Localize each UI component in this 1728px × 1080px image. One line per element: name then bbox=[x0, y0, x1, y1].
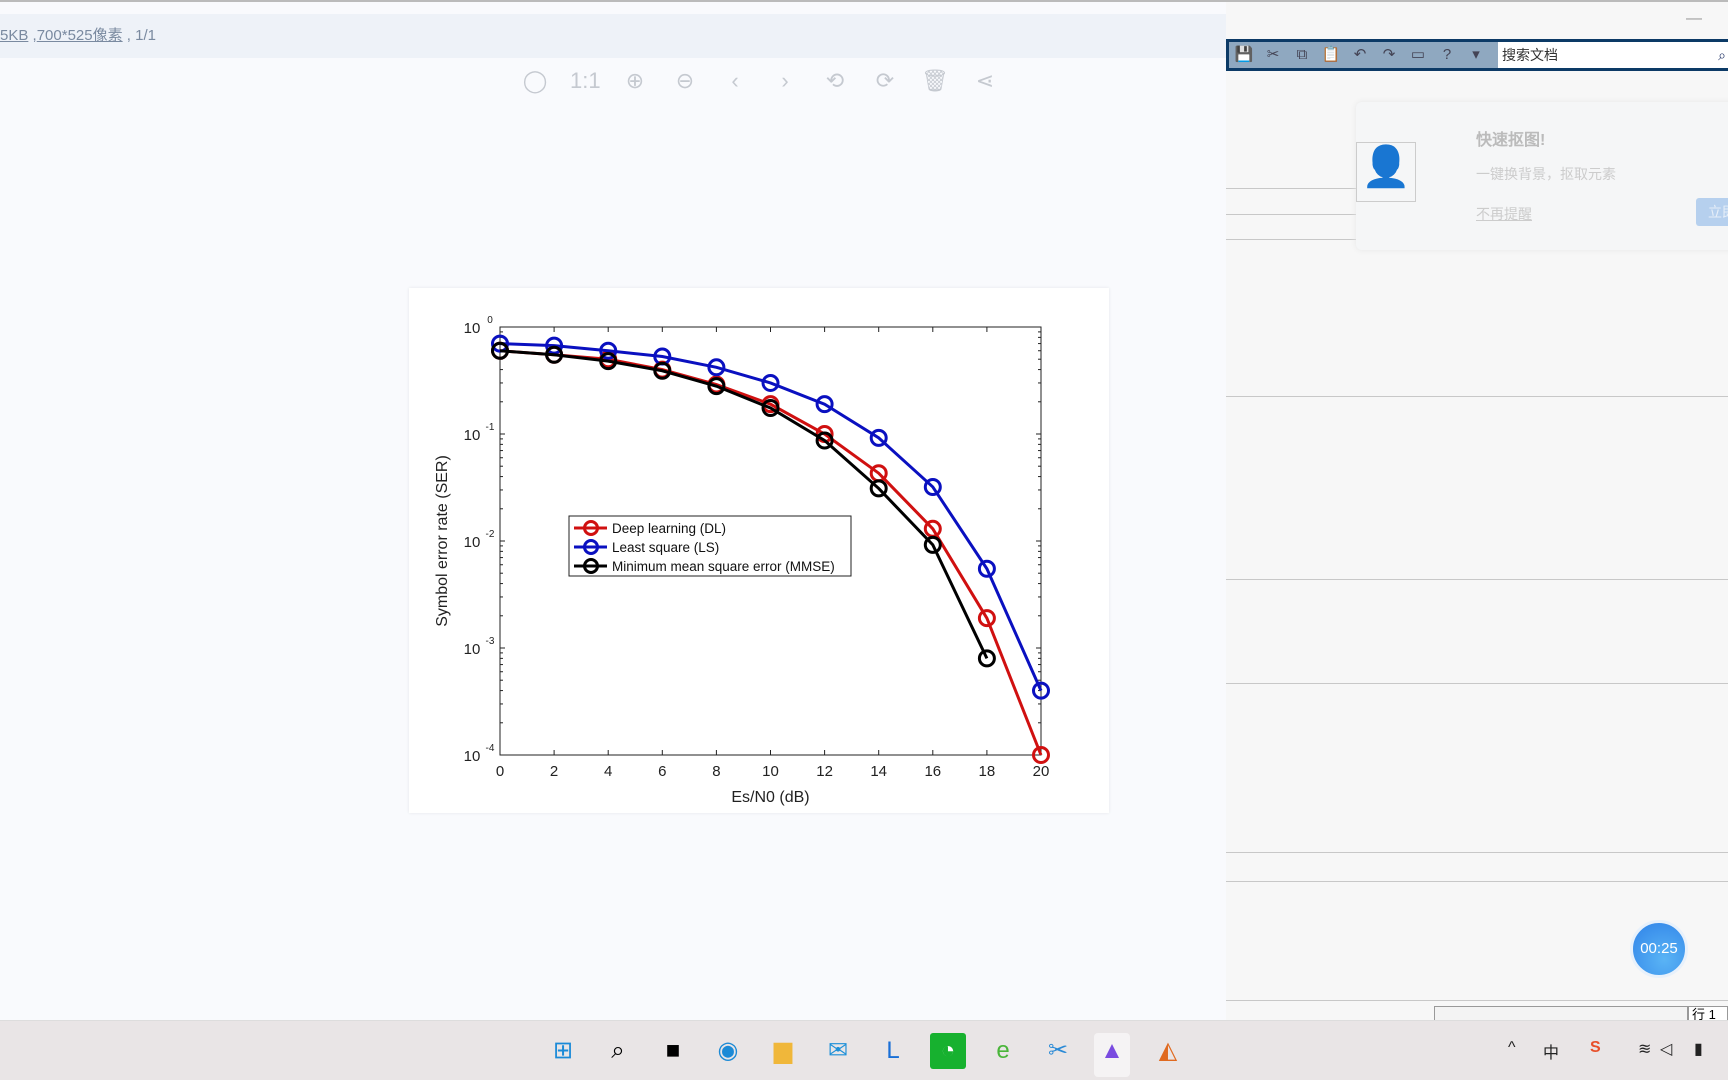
x-tick-label: 4 bbox=[604, 763, 612, 780]
y-tick-exponent: -1 bbox=[486, 422, 495, 433]
next-icon[interactable]: › bbox=[770, 66, 800, 96]
taskbar: ⊞ ⌕ ■ ◉ ▆ ✉ L ◔ e ✂ ▲ ◭ ^ 中 S ≋ ◁ ▮ bbox=[0, 1020, 1728, 1080]
y-tick-label: 10 bbox=[464, 748, 481, 765]
editor-toolbar: 💾 ✂ ⧉ 📋 ↶ ↷ ▭ ? ▾ 搜索文档 ⌕ bbox=[1226, 39, 1728, 71]
zoom-out-icon[interactable]: ⊖ bbox=[670, 66, 700, 96]
previous-icon[interactable]: ‹ bbox=[720, 66, 750, 96]
rotate-right-icon[interactable]: ⟳ bbox=[870, 66, 900, 96]
volume-icon[interactable]: ◁ bbox=[1660, 1039, 1672, 1059]
window-icon[interactable]: ▭ bbox=[1407, 44, 1429, 66]
popup-subtitle: 一键换背景，抠取元素 bbox=[1476, 166, 1616, 182]
delete-icon[interactable]: 🗑 bbox=[920, 66, 950, 96]
document-editor-panel: — 💾 ✂ ⧉ 📋 ↶ ↷ ▭ ? ▾ 搜索文档 ⌕ 👤 快速抠图! 一键换背景，… bbox=[1226, 0, 1728, 1022]
y-tick-exponent: -2 bbox=[486, 529, 495, 540]
sogou-icon[interactable]: S bbox=[1590, 1039, 1601, 1057]
file-explorer-icon[interactable]: ▆ bbox=[765, 1033, 801, 1069]
dropdown-icon[interactable]: ▾ bbox=[1465, 44, 1487, 66]
lenovo-icon[interactable]: L bbox=[875, 1033, 911, 1069]
share-icon[interactable]: ⋖ bbox=[970, 66, 1000, 96]
legend-label: Minimum mean square error (MMSE) bbox=[612, 559, 835, 574]
search-icon[interactable]: ⌕ bbox=[1718, 42, 1726, 68]
x-tick-label: 14 bbox=[870, 763, 887, 780]
search-input[interactable]: 搜索文档 ⌕ bbox=[1498, 42, 1728, 68]
minimize-icon[interactable]: — bbox=[1686, 10, 1702, 28]
x-tick-label: 8 bbox=[712, 763, 720, 780]
copy-icon[interactable]: ⧉ bbox=[1291, 44, 1313, 66]
search-placeholder: 搜索文档 bbox=[1502, 47, 1558, 63]
x-tick-label: 16 bbox=[924, 763, 941, 780]
cutout-promo-popup: 👤 快速抠图! 一键换背景，抠取元素 不再提醒 立即 bbox=[1356, 102, 1728, 250]
ser-chart: 0 2 4 6 8 10 12 14 16 18 20 10 0 10 -1 10 -2 10 -3 10 -4 Es/N… bbox=[434, 315, 1050, 806]
snipping-tool-icon[interactable]: ✂ bbox=[1040, 1033, 1076, 1069]
file-size-link[interactable]: 5KB bbox=[0, 27, 28, 44]
chart-image: 0 2 4 6 8 10 12 14 16 18 20 10 0 10 -1 10 -2 10 -3 10 -4 Es/N… bbox=[409, 288, 1109, 813]
popup-title: 快速抠图! bbox=[1476, 132, 1546, 149]
viewer-toolbar: ◯ 1:1 ⊕ ⊖ ‹ › ⟲ ⟳ 🗑 ⋖ bbox=[520, 66, 1000, 96]
x-tick-label: 2 bbox=[550, 763, 558, 780]
mail-icon[interactable]: ✉ bbox=[820, 1033, 856, 1069]
ime-icon[interactable]: 中 bbox=[1543, 1039, 1559, 1063]
y-tick-label: 10 bbox=[464, 534, 481, 551]
y-axis-label: Symbol error rate (SER) bbox=[434, 455, 451, 627]
x-tick-label: 6 bbox=[658, 763, 666, 780]
actual-size-icon[interactable]: 1:1 bbox=[570, 66, 601, 96]
legend-label: Deep learning (DL) bbox=[612, 521, 726, 536]
photos-icon[interactable]: ▲ bbox=[1094, 1033, 1130, 1077]
image-info-bar: 5KB ,700*525像素 , 1/1 bbox=[0, 14, 1226, 58]
search-taskbar-icon[interactable]: ⌕ bbox=[600, 1033, 636, 1069]
matlab-icon[interactable]: ◭ bbox=[1150, 1033, 1186, 1069]
y-tick-label: 10 bbox=[464, 320, 481, 337]
mouse-icon[interactable]: ◯ bbox=[520, 66, 550, 96]
task-view-icon[interactable]: ■ bbox=[655, 1033, 691, 1069]
paste-icon[interactable]: 📋 bbox=[1320, 44, 1342, 66]
rotate-left-icon[interactable]: ⟲ bbox=[820, 66, 850, 96]
x-tick-label: 10 bbox=[762, 763, 779, 780]
recording-timer[interactable]: 00:25 bbox=[1630, 920, 1688, 978]
page-indicator: , 1/1 bbox=[126, 27, 156, 44]
ie-browser-icon[interactable]: e bbox=[985, 1033, 1021, 1069]
redo-icon[interactable]: ↷ bbox=[1378, 44, 1400, 66]
save-icon[interactable]: 💾 bbox=[1233, 44, 1255, 66]
x-tick-label: 0 bbox=[496, 763, 504, 780]
help-icon[interactable]: ? bbox=[1436, 44, 1458, 66]
tray-overflow-icon[interactable]: ^ bbox=[1508, 1039, 1516, 1057]
undo-icon[interactable]: ↶ bbox=[1349, 44, 1371, 66]
legend-label: Least square (LS) bbox=[612, 540, 719, 555]
y-tick-exponent: -3 bbox=[486, 636, 495, 647]
y-tick-exponent: -4 bbox=[486, 743, 495, 754]
cut-icon[interactable]: ✂ bbox=[1262, 44, 1284, 66]
y-tick-label: 10 bbox=[464, 427, 481, 444]
y-tick-exponent: 0 bbox=[487, 315, 493, 326]
x-tick-label: 18 bbox=[979, 763, 996, 780]
battery-icon[interactable]: ▮ bbox=[1694, 1039, 1703, 1059]
x-tick-label: 20 bbox=[1033, 763, 1050, 780]
wifi-icon[interactable]: ≋ bbox=[1638, 1039, 1651, 1059]
y-tick-label: 10 bbox=[464, 641, 481, 658]
x-axis-label: Es/N0 (dB) bbox=[731, 789, 809, 806]
dont-remind-link[interactable]: 不再提醒 bbox=[1476, 204, 1532, 224]
x-tick-label: 12 bbox=[816, 763, 833, 780]
start-button[interactable]: 立即 bbox=[1696, 198, 1728, 226]
dimensions-link[interactable]: 700*525像素 bbox=[37, 27, 123, 44]
person-cutout-icon: 👤 bbox=[1356, 142, 1416, 202]
image-viewer: 5KB ,700*525像素 , 1/1 ◯ 1:1 ⊕ ⊖ ‹ › ⟲ ⟳ 🗑 ⋖ 0 2 4 6 8 1… bbox=[0, 0, 1226, 1020]
edge-icon[interactable]: ◉ bbox=[710, 1033, 746, 1069]
start-icon[interactable]: ⊞ bbox=[545, 1033, 581, 1069]
wechat-icon[interactable]: ◔ bbox=[930, 1033, 966, 1069]
zoom-in-icon[interactable]: ⊕ bbox=[620, 66, 650, 96]
